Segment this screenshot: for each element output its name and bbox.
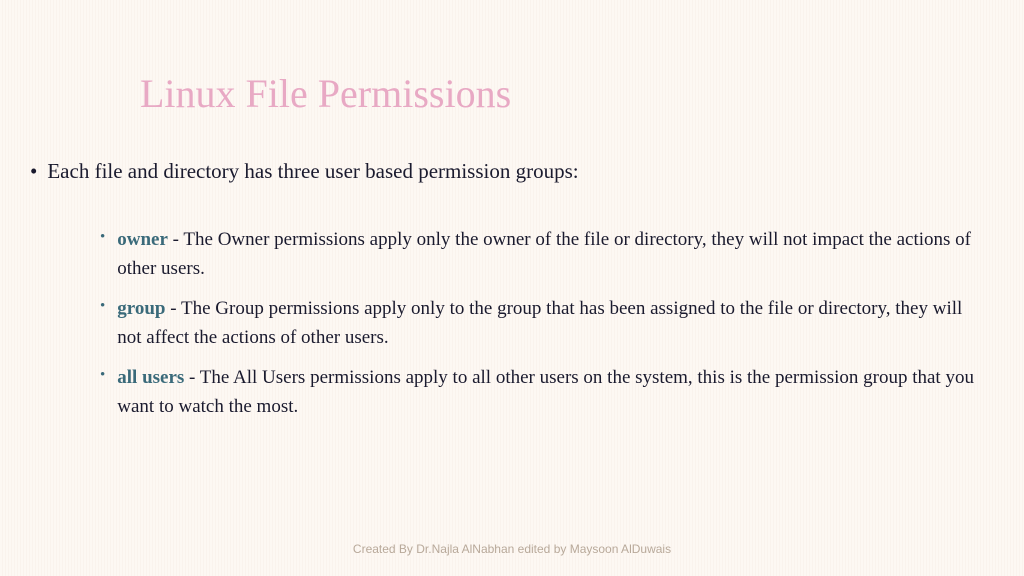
slide-footer: Created By Dr.Najla AlNabhan edited by M… [0, 542, 1024, 556]
term-description: - The All Users permissions apply to all… [117, 367, 974, 417]
main-bullet-text: Each file and directory has three user b… [47, 157, 578, 186]
sub-bullet-text: group - The Group permissions apply only… [117, 295, 974, 352]
sub-bullet-text: all users - The All Users permissions ap… [117, 364, 974, 421]
sub-bullet-item: • group - The Group permissions apply on… [100, 295, 974, 352]
sub-bullet-item: • all users - The All Users permissions … [100, 364, 974, 421]
term-owner: owner [117, 229, 168, 250]
term-all-users: all users [117, 367, 184, 388]
bullet-marker: • [100, 364, 105, 387]
slide-title: Linux File Permissions [0, 0, 1024, 117]
slide-content: • Each file and directory has three user… [0, 117, 1024, 421]
main-bullet-item: • Each file and directory has three user… [30, 157, 994, 186]
bullet-marker: • [100, 295, 105, 318]
term-description: - The Owner permissions apply only the o… [117, 229, 971, 279]
sub-bullet-text: owner - The Owner permissions apply only… [117, 226, 974, 283]
bullet-marker: • [100, 226, 105, 249]
bullet-marker: • [30, 157, 37, 186]
term-group: group [117, 298, 165, 319]
sub-bullet-list: • owner - The Owner permissions apply on… [30, 226, 994, 421]
term-description: - The Group permissions apply only to th… [117, 298, 962, 348]
sub-bullet-item: • owner - The Owner permissions apply on… [100, 226, 974, 283]
